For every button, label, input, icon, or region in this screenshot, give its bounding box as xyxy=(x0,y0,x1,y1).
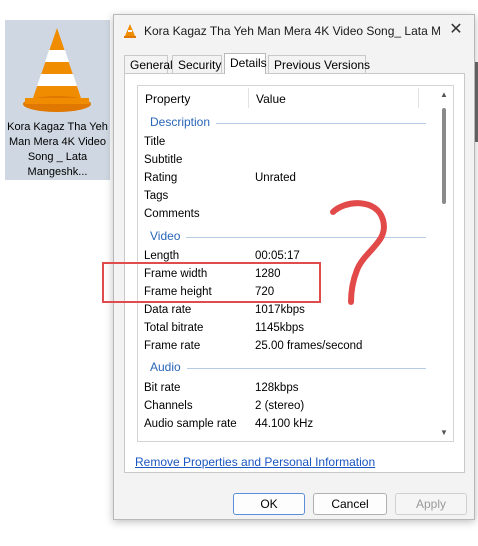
tab-general[interactable]: General xyxy=(124,55,173,73)
property-name: Frame rate xyxy=(144,340,201,352)
property-value: 1145kbps xyxy=(255,322,305,334)
property-value: 128kbps xyxy=(255,382,299,394)
list-header: Property Value xyxy=(138,86,434,110)
list-item[interactable]: Channels 2 (stereo) xyxy=(144,397,424,415)
tab-previous-versions[interactable]: Previous Versions xyxy=(268,55,370,73)
property-name: Bit rate xyxy=(144,382,181,394)
group-title: Video xyxy=(150,229,187,243)
dialog-title: Kora Kagaz Tha Yeh Man Mera 4K Video Son… xyxy=(144,24,440,38)
group-description: Description xyxy=(150,114,426,132)
ok-button[interactable]: OK xyxy=(233,493,305,515)
list-item[interactable]: Title xyxy=(144,133,424,151)
property-name: Rating xyxy=(144,172,178,184)
list-item[interactable]: Audio sample rate 44.100 kHz xyxy=(144,415,424,433)
property-name: Comments xyxy=(144,208,200,220)
vlc-cone-icon xyxy=(23,28,91,112)
close-button[interactable]: ✕ xyxy=(444,19,468,41)
property-name: Audio sample rate xyxy=(144,418,237,430)
group-audio: Audio xyxy=(150,359,426,377)
scroll-down-icon[interactable]: ▼ xyxy=(440,428,448,437)
property-value: Unrated xyxy=(255,172,296,184)
question-mark-annotation xyxy=(330,200,387,305)
property-value: 1017kbps xyxy=(255,304,305,316)
remove-properties-link[interactable]: Remove Properties and Personal Informati… xyxy=(135,455,375,469)
list-item[interactable]: Rating Unrated xyxy=(144,169,424,187)
cancel-button[interactable]: Cancel xyxy=(313,493,387,515)
property-value: 44.100 kHz xyxy=(255,418,314,430)
tab-security[interactable]: Security xyxy=(172,55,222,73)
scroll-up-icon[interactable]: ▲ xyxy=(440,90,448,99)
property-name: Tags xyxy=(144,190,169,202)
list-item[interactable]: Total bitrate 1145kbps xyxy=(144,319,424,337)
group-title: Description xyxy=(150,115,217,129)
column-divider[interactable] xyxy=(248,88,249,108)
desktop-file-label: Kora Kagaz Tha Yeh Man Mera 4K Video Son… xyxy=(7,121,108,178)
list-item[interactable]: Bit rate 128kbps xyxy=(144,379,424,397)
list-item[interactable]: Subtitle xyxy=(144,151,424,169)
dialog-titlebar[interactable]: Kora Kagaz Tha Yeh Man Mera 4K Video Son… xyxy=(114,15,474,47)
vertical-scrollbar[interactable]: ▲ ▼ xyxy=(435,86,453,441)
vlc-cone-icon xyxy=(124,24,136,38)
frame-size-highlight-box xyxy=(102,262,321,303)
column-divider[interactable] xyxy=(418,88,419,108)
property-name: Total bitrate xyxy=(144,322,204,334)
column-value[interactable]: Value xyxy=(256,92,286,106)
property-value: 25.00 frames/second xyxy=(255,340,363,352)
property-name: Channels xyxy=(144,400,193,412)
tab-details[interactable]: Details xyxy=(224,53,267,74)
apply-button[interactable]: Apply xyxy=(395,493,467,515)
property-name: Data rate xyxy=(144,304,192,316)
property-value: 2 (stereo) xyxy=(255,400,305,412)
scrollbar-thumb[interactable] xyxy=(442,108,446,204)
property-name: Title xyxy=(144,136,166,148)
group-title: Audio xyxy=(150,360,187,374)
list-item[interactable]: Frame rate 25.00 frames/second xyxy=(144,337,424,355)
property-name: Subtitle xyxy=(144,154,183,166)
column-property[interactable]: Property xyxy=(145,92,190,106)
desktop-file-icon[interactable]: Kora Kagaz Tha Yeh Man Mera 4K Video Son… xyxy=(5,20,110,180)
